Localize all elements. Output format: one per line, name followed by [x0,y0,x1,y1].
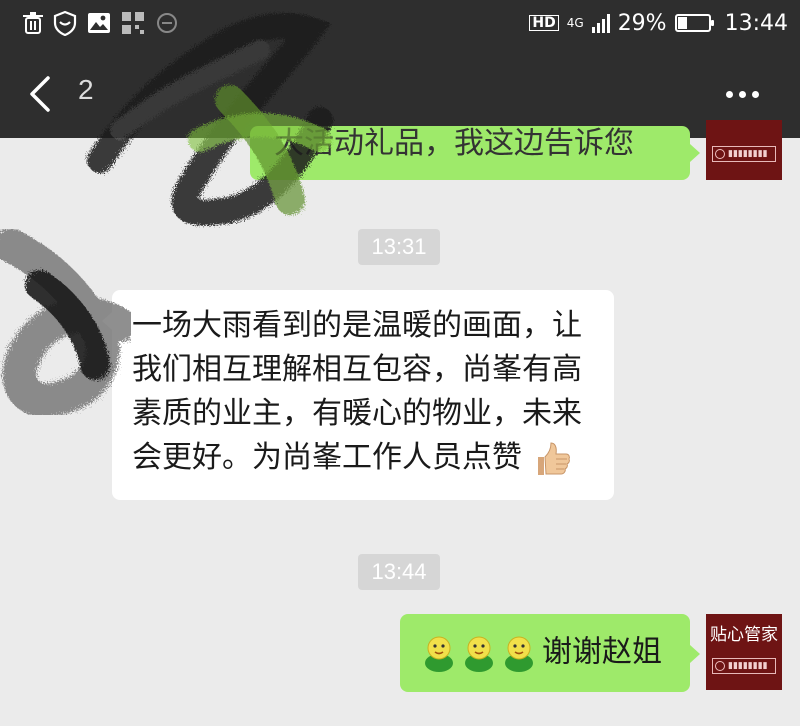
avatar-seal: ▮▮▮▮▮▮▮▮ [712,146,776,162]
hd-badge: HD [529,15,559,31]
chick-icon [422,634,456,672]
trash-icon [23,12,43,34]
shield-icon [53,10,77,36]
seal-text-icon: ▮▮▮▮▮▮▮▮ [728,149,768,159]
message-line-last: 会更好。为尚峯工作人员点赞 [132,438,594,478]
avatar-seal: ▮▮▮▮▮▮▮▮ [712,658,776,674]
seal-mark-icon [715,149,725,159]
message-line: 会更好。为尚峯工作人员点赞 [132,440,522,475]
avatar-title: 贴心管家 [710,625,778,645]
circle-icon [157,13,177,33]
seal-mark-icon [715,661,725,671]
top-bar: HD 4G 29% 13:44 2 [0,0,800,138]
message-line: 一场大雨看到的是温暖的画面，让 [132,308,582,343]
bubble-tail [690,144,700,162]
chat-title: 2 [78,74,94,105]
signal-icon [591,13,610,33]
chevron-left-icon[interactable] [22,72,62,116]
chick-icon [502,634,536,672]
thumbs-up-icon [537,441,570,475]
seal-text-icon: ▮▮▮▮▮▮▮▮ [728,661,768,671]
message-line: 我们相互理解相互包容，尚峯有高 [132,352,582,387]
bubble-tail [690,645,700,663]
bubble-tail [102,312,112,330]
message-bubble-incoming[interactable]: 一场大雨看到的是温暖的画面，让 我们相互理解相互包容，尚峯有高 素质的业主，有暖… [112,290,614,500]
battery-percent: 29% [617,10,667,36]
network-type: 4G [566,16,584,30]
avatar-self[interactable]: ▮▮▮▮▮▮▮▮ [706,120,782,180]
timestamp: 13:44 [358,554,440,590]
status-right: HD 4G 29% 13:44 [529,8,788,38]
message-line: 素质的业主，有暖心的物业，未来 [132,396,582,431]
message-bubble-outgoing[interactable]: 谢谢赵姐 [400,614,690,692]
timestamp: 13:31 [358,229,440,265]
image-icon [88,13,110,33]
clock: 13:44 [724,10,788,36]
chick-icon [462,634,496,672]
avatar-self[interactable]: 贴心管家 ▮▮▮▮▮▮▮▮ [706,614,782,690]
message-text: 谢谢赵姐 [542,634,662,670]
status-bar: HD 4G 29% 13:44 [0,0,800,46]
message-text: 大活动礼品，我这边告诉您 [274,126,634,161]
qr-icon [122,12,144,34]
battery-icon [674,14,714,32]
message-bubble-outgoing[interactable]: 大活动礼品，我这边告诉您 [250,126,690,180]
more-dots-icon[interactable] [726,86,770,102]
